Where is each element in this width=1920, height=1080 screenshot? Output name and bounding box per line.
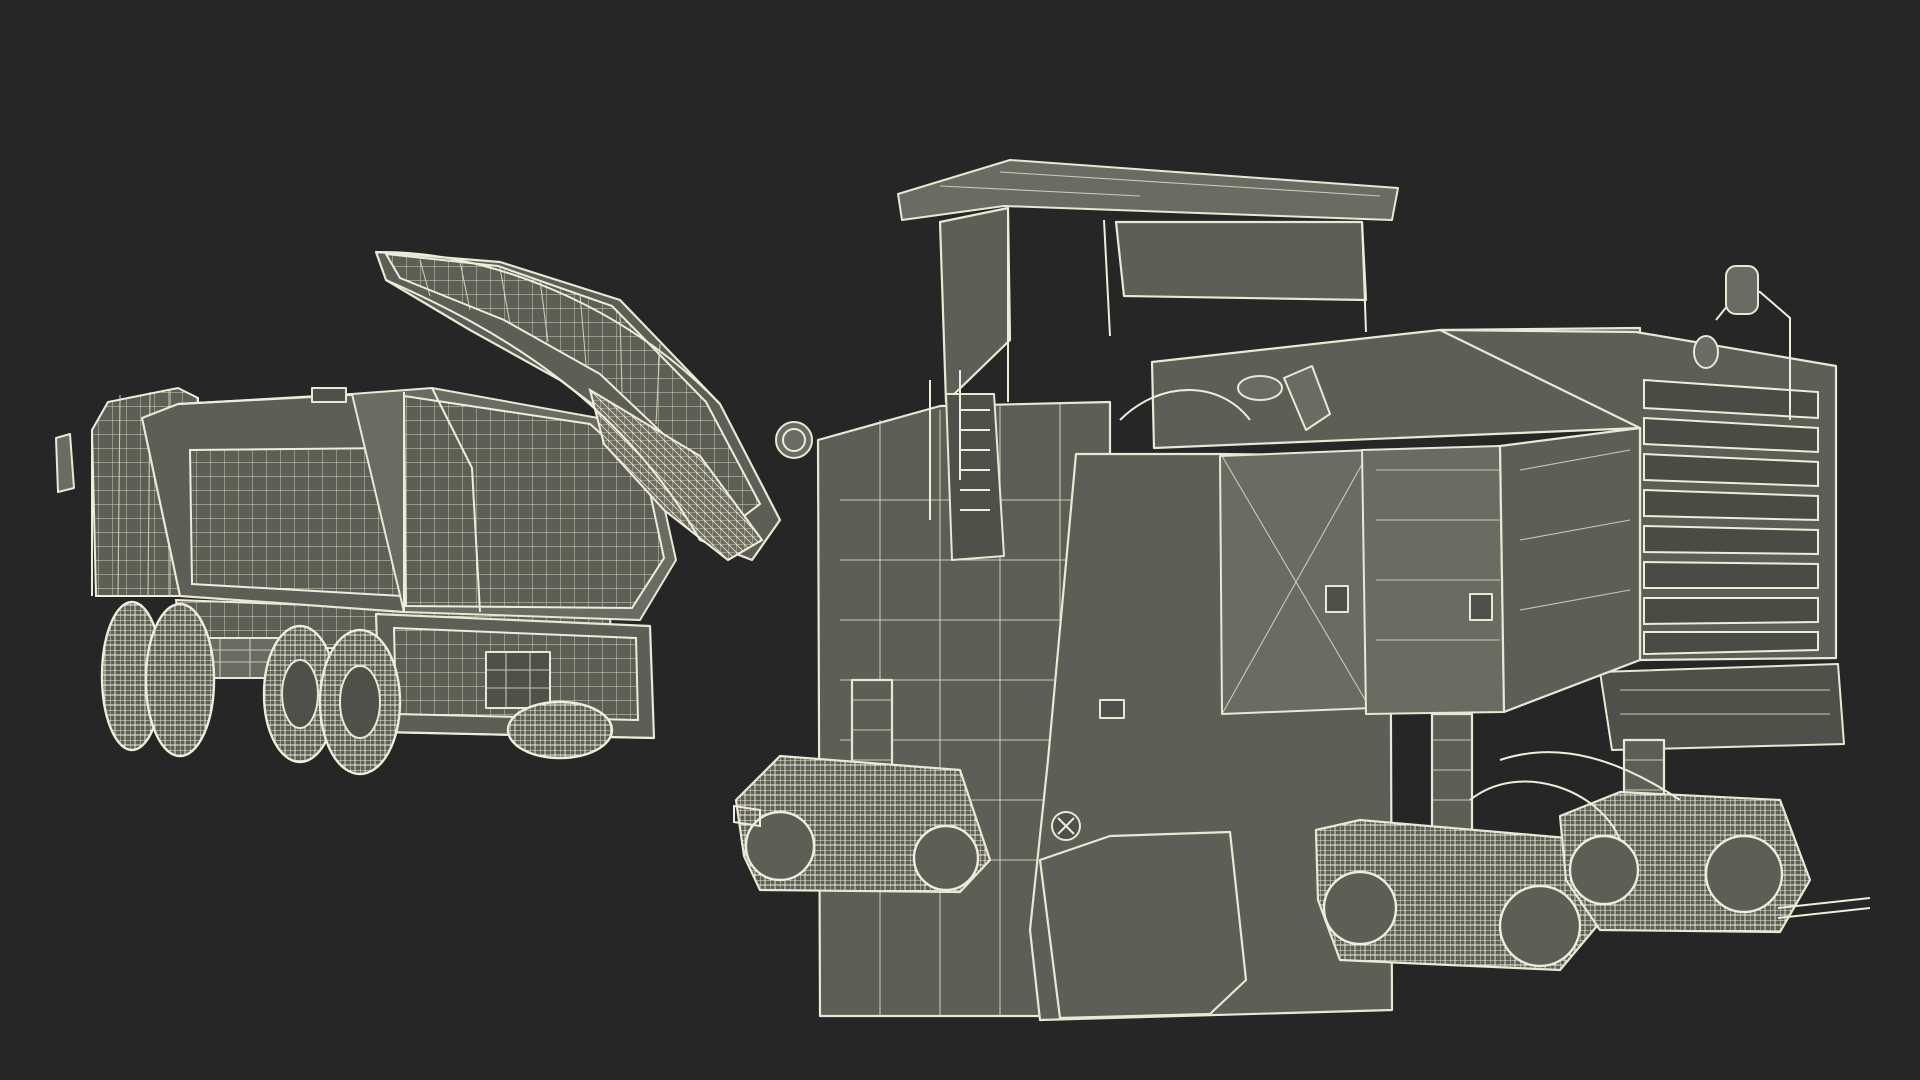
milling-machine: [733, 159, 1871, 1022]
dump-truck: [55, 386, 677, 776]
wireframe-render: [55, 159, 1871, 1022]
truck-dump-body: [140, 387, 677, 621]
